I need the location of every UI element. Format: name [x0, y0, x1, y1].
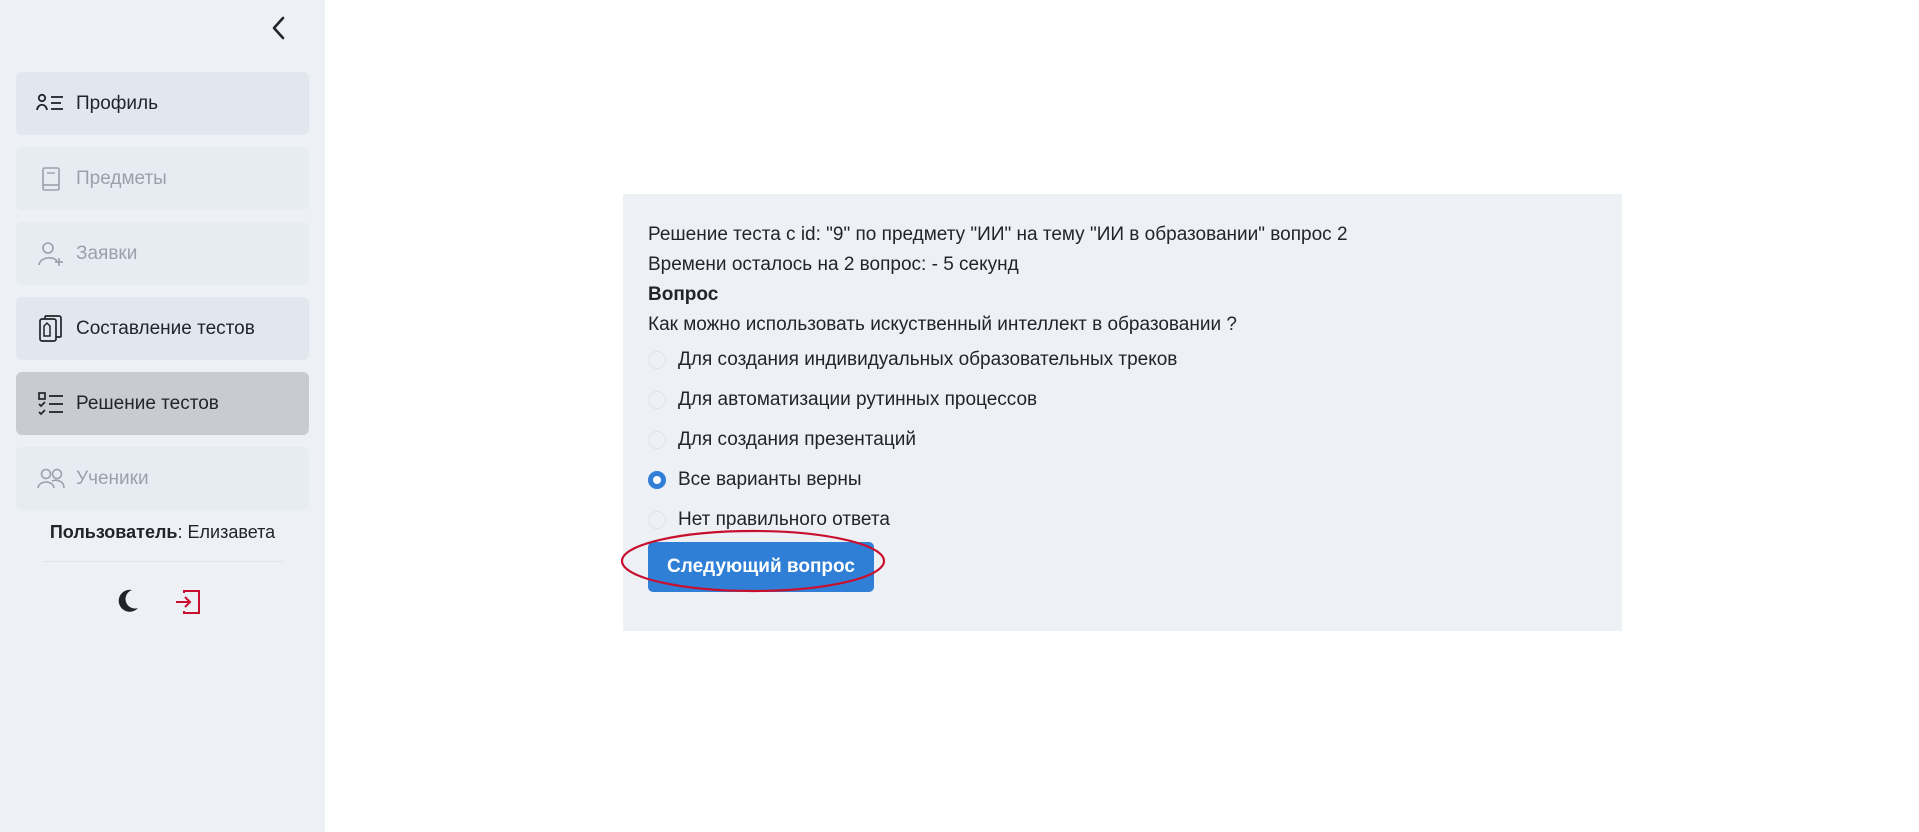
sidebar-item-test-builder[interactable]: Составление тестов — [16, 297, 309, 360]
sidebar-item-subjects: Предметы — [16, 147, 309, 210]
sidebar-item-label: Составление тестов — [76, 317, 255, 339]
sidebar-item-profile[interactable]: Профиль — [16, 72, 309, 135]
test-title: Решение теста с id: "9" по предмету "ИИ"… — [648, 224, 1348, 245]
answer-option[interactable]: Для автоматизации рутинных процессов — [648, 380, 1597, 420]
radio-button[interactable] — [648, 431, 666, 449]
next-button-wrap: Следующий вопрос — [648, 542, 874, 592]
sidebar-item-solve-tests[interactable]: Решение тестов — [16, 372, 309, 435]
answer-option[interactable]: Для создания презентаций — [648, 420, 1597, 460]
test-card: Решение теста с id: "9" по предмету "ИИ"… — [623, 194, 1622, 631]
timer-text: Времени осталось на 2 вопрос: - 5 секунд — [648, 254, 1019, 275]
sidebar-item-label: Заявки — [76, 242, 138, 264]
book-icon — [36, 164, 66, 194]
next-question-button[interactable]: Следующий вопрос — [648, 542, 874, 592]
sidebar-item-students: Ученики — [16, 447, 309, 510]
sidebar-item-label: Профиль — [76, 92, 159, 114]
moon-icon[interactable] — [112, 586, 142, 616]
people-icon — [36, 464, 66, 494]
radio-button[interactable] — [648, 511, 666, 529]
sidebar-item-label: Ученики — [76, 467, 149, 489]
answer-option[interactable]: Все варианты верны — [648, 460, 1597, 500]
checklist-icon — [36, 389, 66, 419]
answer-label: Для создания презентаций — [678, 429, 916, 450]
sidebar-item-label: Предметы — [76, 167, 167, 189]
current-user: Пользователь: Елизавета — [0, 522, 325, 543]
user-separator: : — [177, 522, 188, 542]
divider — [42, 561, 283, 562]
user-plus-icon — [36, 239, 66, 269]
answer-label: Для создания индивидуальных образователь… — [678, 349, 1178, 370]
question-text: Как можно использовать искуственный инте… — [648, 314, 1237, 335]
answer-label: Нет правильного ответа — [678, 509, 890, 530]
radio-button-selected[interactable] — [648, 471, 666, 489]
answer-label: Все варианты верны — [678, 469, 862, 490]
files-pen-icon — [36, 314, 66, 344]
profile-list-icon — [36, 89, 66, 119]
user-name: Елизавета — [187, 522, 276, 542]
answer-option[interactable]: Нет правильного ответа — [648, 500, 1597, 540]
chevron-left-icon[interactable] — [268, 14, 290, 42]
sidebar: Профиль Предметы Заявки Составление тест… — [0, 0, 325, 832]
answer-label: Для автоматизации рутинных процессов — [678, 389, 1038, 410]
radio-button[interactable] — [648, 391, 666, 409]
answer-option[interactable]: Для создания индивидуальных образователь… — [648, 340, 1597, 380]
sidebar-item-label: Решение тестов — [76, 392, 219, 414]
user-label: Пользователь — [49, 522, 178, 542]
sidebar-item-requests: Заявки — [16, 222, 309, 285]
logout-icon[interactable] — [173, 587, 203, 617]
question-heading: Вопрос — [648, 284, 719, 305]
radio-button[interactable] — [648, 351, 666, 369]
